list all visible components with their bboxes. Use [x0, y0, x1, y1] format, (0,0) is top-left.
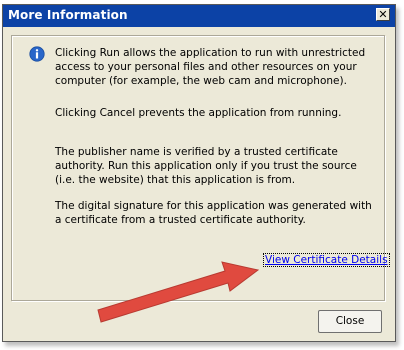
more-information-dialog: More Information ✕ Clicking Run allows t…	[2, 4, 396, 342]
information-panel: Clicking Run allows the application to r…	[11, 35, 390, 301]
run-info-text: Clicking Run allows the application to r…	[55, 47, 366, 87]
view-certificate-details-link[interactable]: View Certificate Details	[263, 253, 390, 267]
info-icon	[29, 46, 45, 62]
close-button[interactable]: Close	[318, 310, 382, 333]
close-icon[interactable]: ✕	[376, 8, 390, 21]
signature-info-text: The digital signature for this applicati…	[55, 200, 372, 226]
title-bar[interactable]: More Information ✕	[3, 5, 395, 27]
dialog-title: More Information	[8, 8, 128, 22]
publisher-info-text: The publisher name is verified by a trus…	[55, 146, 357, 186]
cancel-info-text: Clicking Cancel prevents the application…	[55, 107, 342, 119]
